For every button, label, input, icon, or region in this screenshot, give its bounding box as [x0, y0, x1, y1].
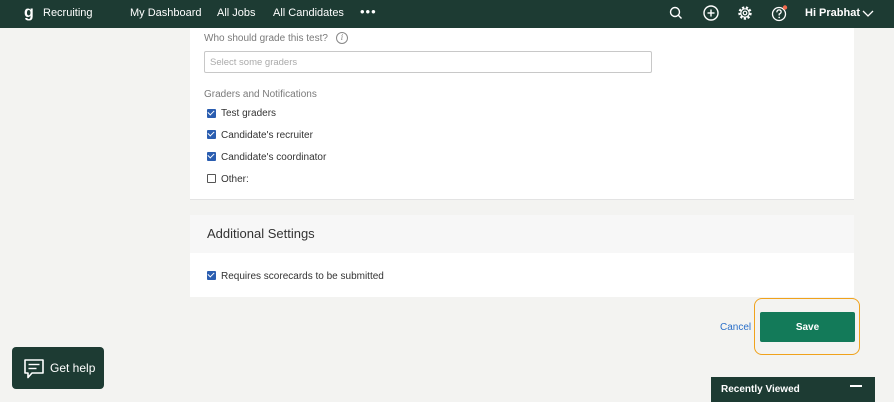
chevron-down-icon[interactable] [862, 8, 874, 18]
recruiter-checkbox[interactable] [207, 130, 216, 139]
coordinator-checkbox[interactable] [207, 152, 216, 161]
test-graders-label: Test graders [221, 108, 277, 119]
recently-viewed-label: Recently Viewed [721, 384, 800, 395]
scorecards-checkbox[interactable] [207, 271, 216, 280]
nav-more-menu[interactable]: ••• [360, 4, 377, 19]
brand-label[interactable]: Recruiting [43, 7, 93, 19]
other-label: Other: [221, 174, 249, 185]
top-nav-bar: g Recruiting My Dashboard All Jobs All C… [0, 0, 894, 28]
cancel-link[interactable]: Cancel [720, 322, 751, 333]
chat-icon [24, 359, 44, 379]
test-graders-checkbox[interactable] [207, 109, 216, 118]
nav-all-candidates[interactable]: All Candidates [273, 7, 344, 19]
user-menu[interactable]: Hi Prabhat [805, 7, 860, 19]
get-help-button[interactable]: Get help [12, 347, 104, 389]
save-button[interactable]: Save [760, 312, 855, 342]
info-icon[interactable]: i [336, 32, 348, 44]
help-icon[interactable] [770, 4, 788, 22]
recently-viewed-panel[interactable]: Recently Viewed [711, 377, 875, 402]
greenhouse-logo[interactable]: g [24, 4, 34, 22]
additional-settings-title: Additional Settings [207, 226, 315, 241]
get-help-label: Get help [50, 361, 96, 375]
minimize-icon[interactable] [850, 385, 862, 387]
settings-icon[interactable] [736, 4, 754, 22]
other-checkbox[interactable] [207, 174, 216, 183]
nav-all-jobs[interactable]: All Jobs [217, 7, 256, 19]
search-icon[interactable] [667, 4, 685, 22]
graders-question-label: Who should grade this test? [204, 33, 328, 44]
add-icon[interactable] [702, 4, 720, 22]
coordinator-label: Candidate's coordinator [221, 152, 327, 163]
scorecards-label: Requires scorecards to be submitted [221, 271, 384, 282]
graders-select-input[interactable] [204, 51, 652, 73]
graders-notifications-heading: Graders and Notifications [204, 89, 317, 100]
nav-my-dashboard[interactable]: My Dashboard [130, 7, 202, 19]
recruiter-label: Candidate's recruiter [221, 130, 313, 141]
